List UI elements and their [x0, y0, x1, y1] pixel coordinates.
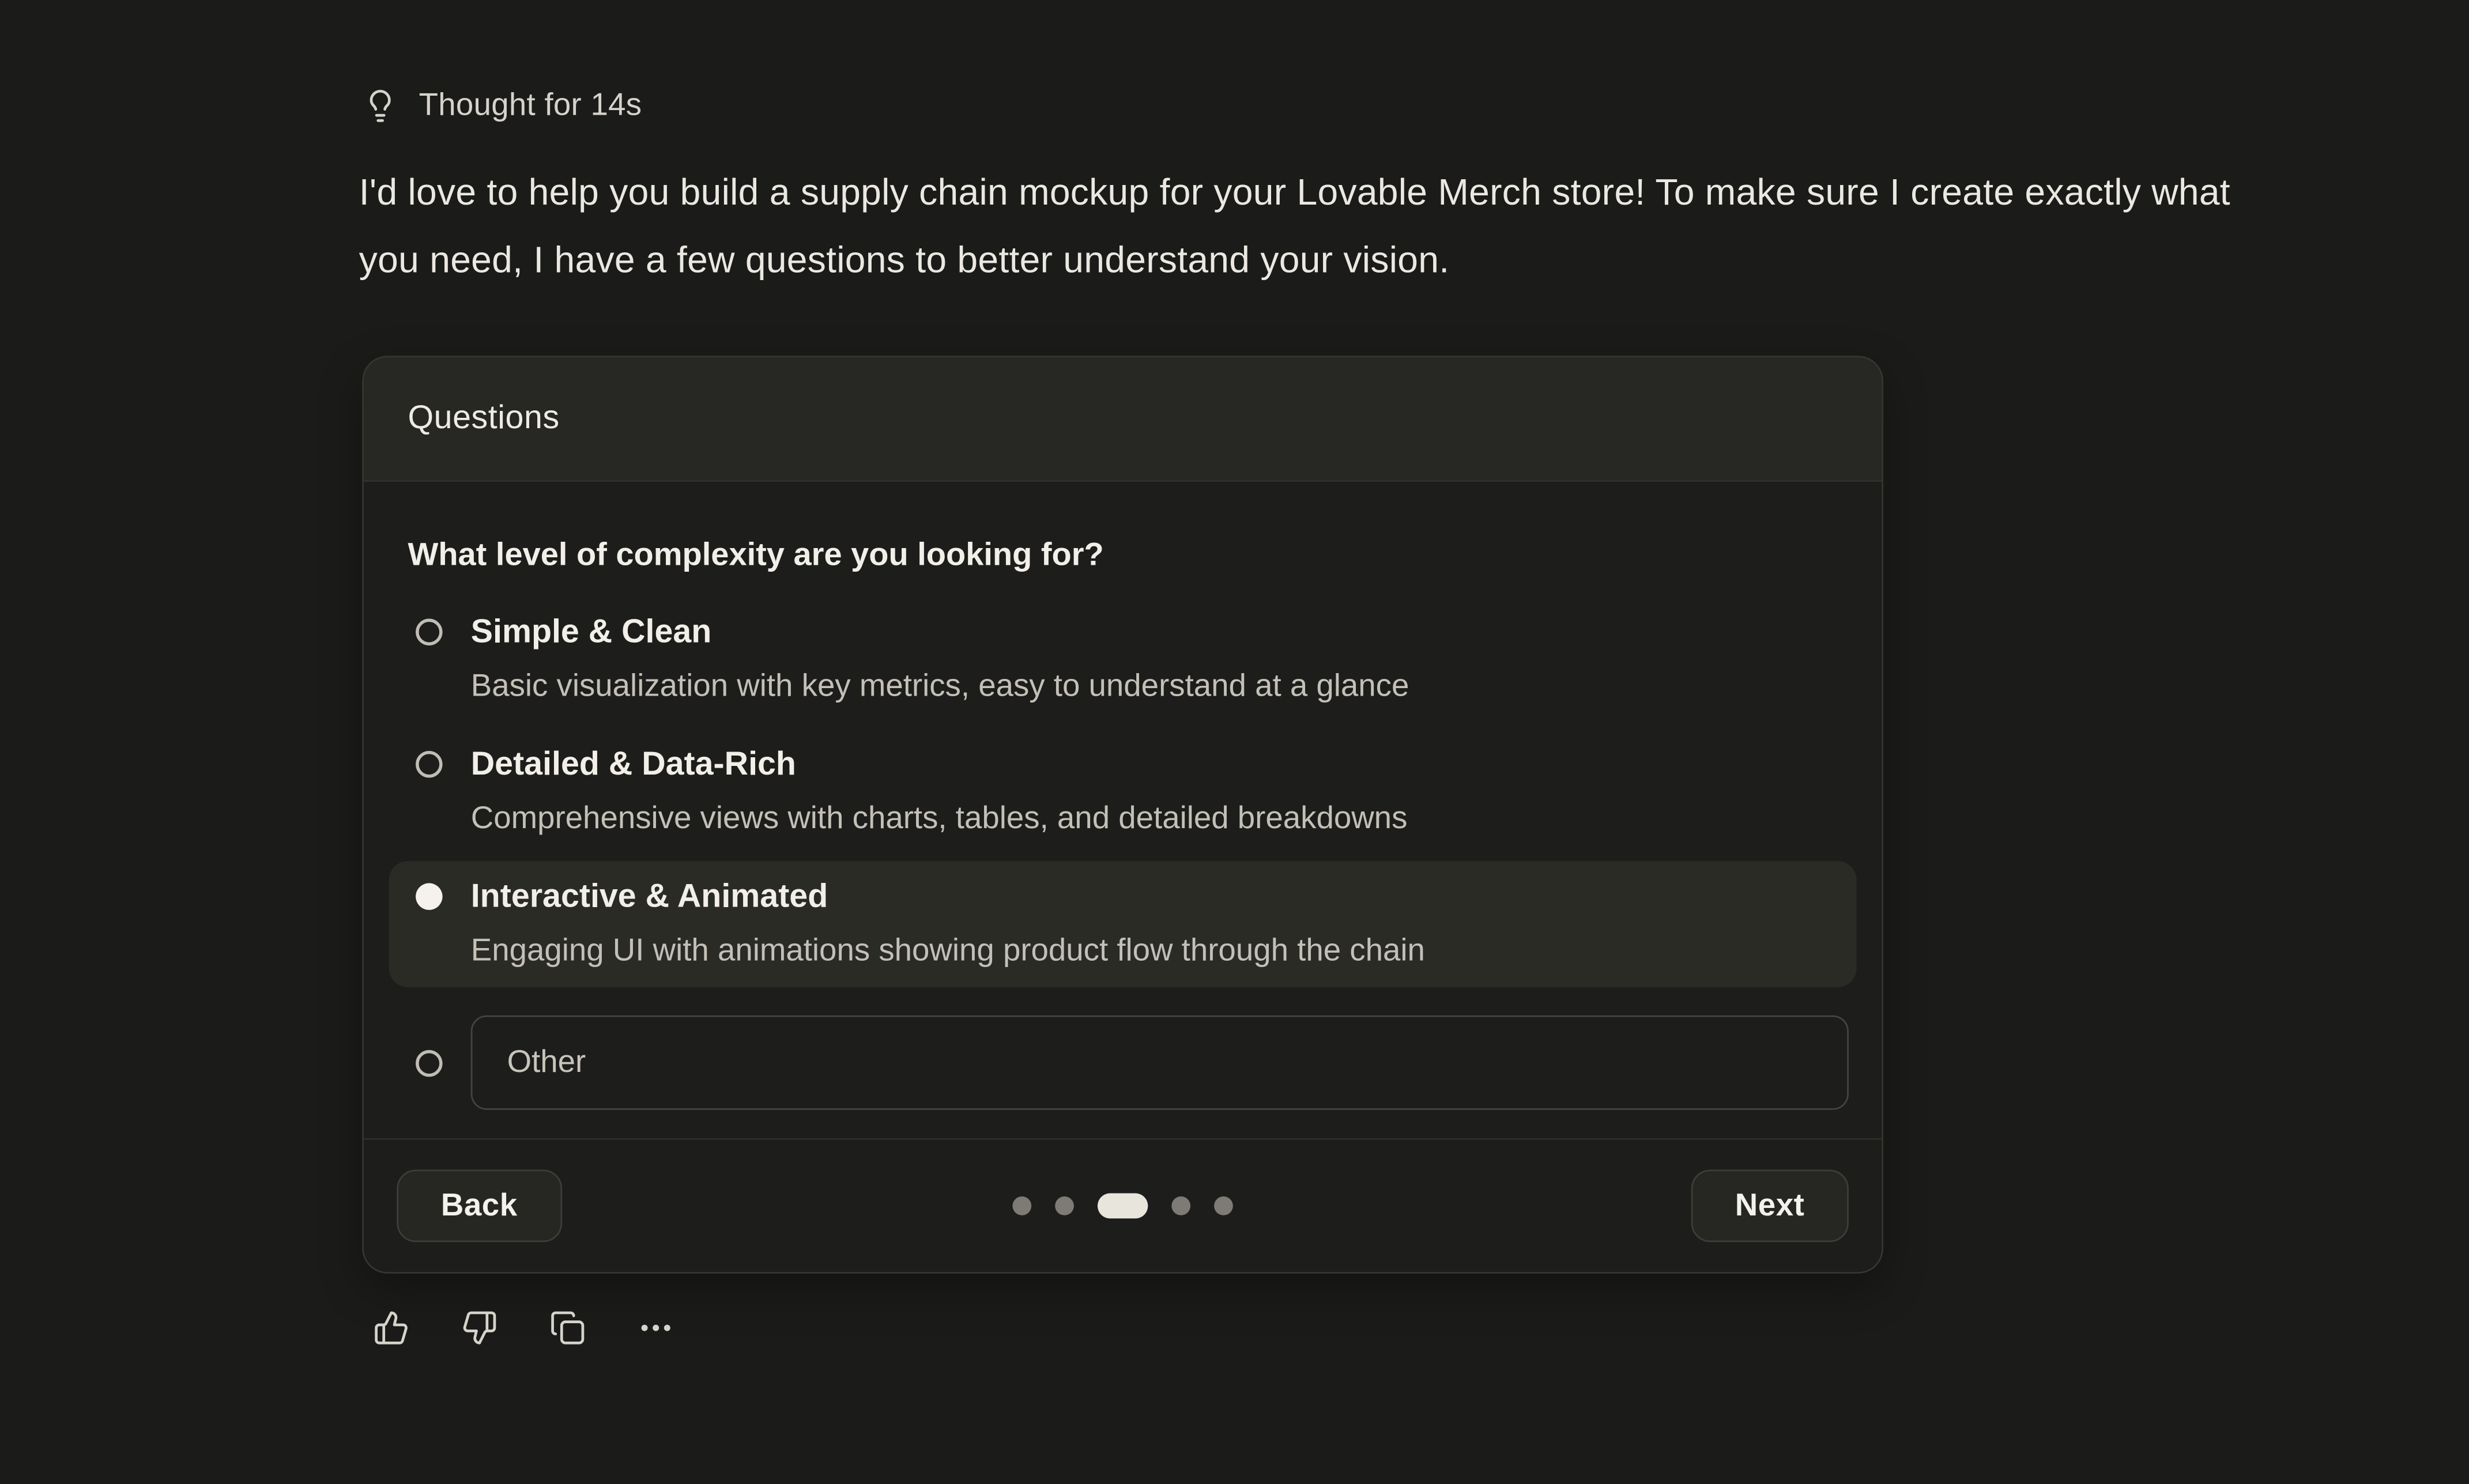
next-button[interactable]: Next	[1691, 1170, 1849, 1243]
option-description: Basic visualization with key metrics, ea…	[471, 663, 1409, 710]
message-actions	[373, 1310, 674, 1346]
card-header: Questions	[364, 357, 1882, 482]
thumbs-up-button[interactable]	[373, 1310, 409, 1346]
pagination-dot[interactable]	[1055, 1196, 1074, 1215]
option-detailed-data-rich[interactable]: Detailed & Data-Rich Comprehensive views…	[389, 729, 1857, 855]
option-other[interactable]	[389, 1003, 1857, 1123]
question-text: What level of complexity are you looking…	[408, 534, 1837, 576]
option-interactive-animated[interactable]: Interactive & Animated Engaging UI with …	[389, 861, 1857, 987]
pagination-dot[interactable]	[1012, 1196, 1031, 1215]
option-label: Interactive & Animated	[471, 874, 1425, 921]
copy-icon	[549, 1310, 586, 1346]
pagination-dots	[1012, 1194, 1232, 1219]
thought-summary[interactable]: Thought for 14s	[362, 85, 642, 126]
back-button[interactable]: Back	[397, 1170, 561, 1243]
option-text: Interactive & Animated Engaging UI with …	[471, 874, 1425, 975]
card-footer: Back Next	[364, 1138, 1882, 1272]
pagination-dot-active[interactable]	[1098, 1194, 1148, 1219]
copy-button[interactable]	[549, 1310, 586, 1346]
option-description: Engaging UI with animations showing prod…	[471, 927, 1425, 975]
ellipsis-icon	[638, 1310, 674, 1346]
card-title: Questions	[408, 400, 559, 438]
radio-unselected-icon[interactable]	[416, 1049, 442, 1076]
thumbs-down-icon	[461, 1310, 497, 1346]
more-options-button[interactable]	[638, 1310, 674, 1346]
card-body: What level of complexity are you looking…	[364, 482, 1882, 1138]
radio-unselected-icon[interactable]	[416, 751, 442, 777]
option-description: Comprehensive views with charts, tables,…	[471, 795, 1408, 842]
pagination-dot[interactable]	[1214, 1196, 1233, 1215]
radio-selected-icon[interactable]	[416, 883, 442, 909]
option-label: Detailed & Data-Rich	[471, 742, 1408, 789]
radio-unselected-icon[interactable]	[416, 619, 442, 645]
thumbs-up-icon	[373, 1310, 409, 1346]
other-input[interactable]	[471, 1015, 1849, 1110]
option-simple-clean[interactable]: Simple & Clean Basic visualization with …	[389, 596, 1857, 723]
chat-message-block: Thought for 14s I'd love to help you bui…	[0, 0, 2469, 1484]
thumbs-down-button[interactable]	[461, 1310, 497, 1346]
pagination-dot[interactable]	[1171, 1196, 1190, 1215]
thought-label: Thought for 14s	[419, 85, 642, 126]
lightbulb-icon	[362, 88, 398, 124]
questions-card: Questions What level of complexity are y…	[362, 356, 1883, 1274]
option-text: Detailed & Data-Rich Comprehensive views…	[471, 742, 1408, 843]
option-text: Simple & Clean Basic visualization with …	[471, 609, 1409, 710]
option-label: Simple & Clean	[471, 609, 1409, 656]
assistant-message-text: I'd love to help you build a supply chai…	[359, 159, 2249, 293]
options-list: Simple & Clean Basic visualization with …	[364, 596, 1882, 1122]
